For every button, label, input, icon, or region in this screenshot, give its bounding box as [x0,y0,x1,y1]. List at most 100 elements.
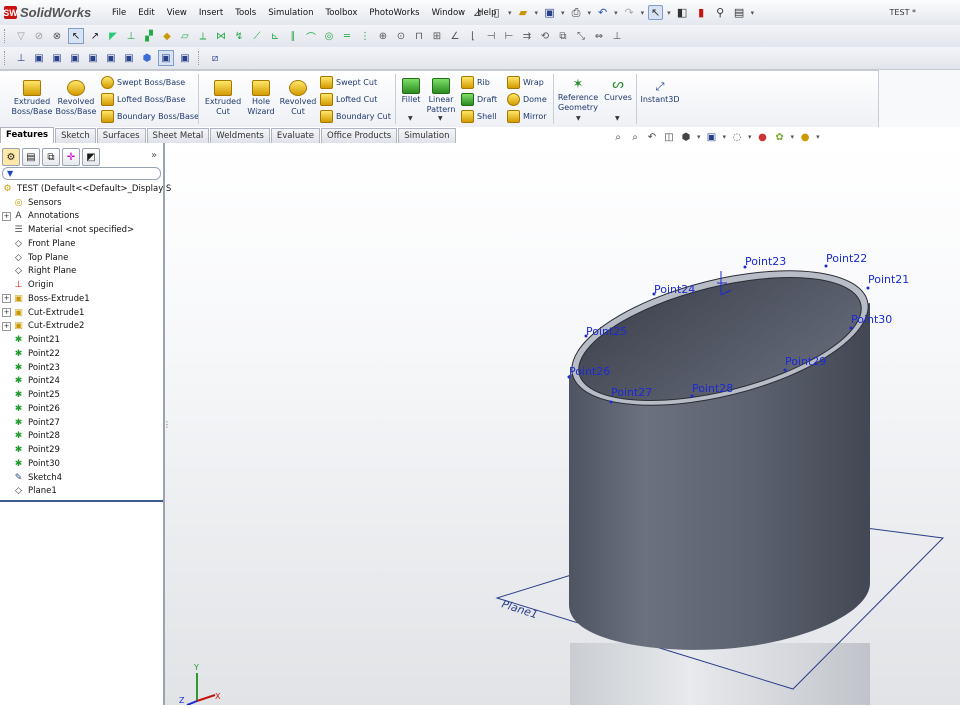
swept-boss-button[interactable]: Swept Boss/Base [101,76,185,89]
concentric-icon[interactable]: ◎ [322,29,336,43]
tree-filter[interactable]: ▼ [2,167,161,180]
pattern-dropdown-icon[interactable]: ▼ [438,115,443,122]
point21-label[interactable]: Point21 [868,273,909,286]
point24-label[interactable]: Point24 [654,283,695,296]
revolved-cut-button[interactable]: Revolved Cut [279,80,317,117]
apply-scene-icon[interactable]: ✿ [774,131,786,143]
display-style-icon[interactable]: ▣ [706,131,718,143]
print-icon[interactable]: ⎙ [569,5,584,20]
isometric-view-icon[interactable]: ⬢ [140,51,154,65]
filter-faces-icon[interactable]: ⊗ [50,29,64,43]
parallel-icon[interactable]: ∥ [286,29,300,43]
tree-item[interactable]: ✱ Point29 [2,444,60,457]
tab-weldments[interactable]: Weldments [210,128,270,143]
tree-item[interactable]: ✱ Point21 [2,334,60,347]
tree-item[interactable]: ◇ Plane1 [2,485,57,498]
equal-icon[interactable]: ═ [340,29,354,43]
lofted-boss-button[interactable]: Lofted Boss/Base [101,93,185,106]
point28-label[interactable]: Point28 [692,382,733,395]
feature-manager-tab-icon[interactable]: ⚙ [2,148,20,166]
file-properties-icon[interactable]: ⚲ [713,5,728,20]
perpendicular-icon[interactable]: ⊾ [268,29,282,43]
move-icon[interactable]: ⇉ [520,29,534,43]
display-relation-icon[interactable]: ▞ [142,29,156,43]
tab-simulation[interactable]: Simulation [398,128,456,143]
view-orientation-icon[interactable]: ⬢ [680,131,692,143]
extruded-boss-button[interactable]: Extruded Boss/Base [10,80,54,117]
menu-toolbox[interactable]: Toolbox [320,8,364,18]
zoom-to-fit-icon[interactable]: ⌕ [612,131,624,143]
expand-toggle-icon[interactable]: + [2,294,11,304]
point23-label[interactable]: Point23 [745,255,786,268]
anchor-icon[interactable]: ⊥ [610,29,624,43]
menu-photoworks[interactable]: PhotoWorks [363,8,425,18]
tree-item[interactable]: ✱ Point22 [2,347,60,360]
collinear-icon[interactable]: ⟋ [250,29,264,43]
menu-tools[interactable]: Tools [229,8,262,18]
expand-toggle-icon[interactable]: + [2,211,11,221]
tree-root[interactable]: ⚙ TEST (Default<<Default>_Display S [2,182,171,195]
previous-view-icon[interactable]: ↶ [646,131,658,143]
new-document-icon[interactable]: ▯ [489,5,504,20]
property-manager-tab-icon[interactable]: ▤ [22,148,40,166]
expand-toggle-icon[interactable]: + [2,321,11,331]
traffic-light-icon[interactable]: ▮ [694,5,709,20]
pin-icon[interactable]: ⊿ [470,5,485,20]
expand-panel-icon[interactable]: » [151,150,157,161]
tab-sketch[interactable]: Sketch [55,128,96,143]
mirror-button[interactable]: Mirror [507,110,547,123]
expand-toggle-icon[interactable]: + [2,308,11,317]
left-view-icon[interactable]: ▣ [68,51,82,65]
copy-icon[interactable]: ⧉ [556,29,570,43]
view-settings-icon[interactable]: ● [799,131,811,143]
select-arrow-icon[interactable]: ↖ [68,28,84,44]
shell-button[interactable]: Shell [461,110,497,123]
rebuild-icon[interactable]: ◧ [675,5,690,20]
lofted-cut-button[interactable]: Lofted Cut [320,93,377,106]
section-view-icon[interactable]: ◫ [663,131,675,143]
select-icon[interactable]: ↖ [648,5,664,20]
hide-show-items-icon[interactable]: ◌ [731,131,743,143]
front-view-icon[interactable]: ▣ [32,51,46,65]
save-icon[interactable]: ▣ [542,5,557,20]
rib-button[interactable]: Rib [461,76,490,89]
tree-item[interactable]: ✱ Point25 [2,389,60,402]
point30-label[interactable]: Point30 [851,313,892,326]
redo-icon[interactable]: ↷ [622,5,637,20]
dimxpert-manager-tab-icon[interactable]: ✛ [62,148,80,166]
panel-splitter-handle[interactable]: ⋮ [163,420,171,444]
reference-geometry-button[interactable]: ✶ Reference Geometry [557,78,599,113]
instant3d-button[interactable]: ⤢ Instant3D [639,80,681,105]
fillet-dropdown-icon[interactable]: ▼ [408,115,413,122]
tab-features[interactable]: Features [0,127,55,143]
revolved-boss-button[interactable]: Revolved Boss/Base [55,80,97,117]
vertical-icon[interactable]: ⟂ [196,29,210,43]
extruded-cut-button[interactable]: Extruded Cut [203,80,243,117]
chamfer-icon[interactable]: ⌊ [466,29,480,43]
tree-item[interactable]: ✱ Point30 [2,457,60,470]
midpoint-icon[interactable]: ↯ [232,29,246,43]
fillet-button[interactable]: Fillet [398,78,424,105]
tangent-icon[interactable]: ⌒ [304,29,318,44]
reference-triad-icon[interactable]: ⊥ [14,51,28,65]
fix-icon[interactable]: ◆ [160,29,174,43]
tree-item[interactable]: + ▣ Boss-Extrude1 [2,292,90,305]
tree-item[interactable]: ◇ Front Plane [2,237,75,250]
baseline-icon[interactable]: ⊣ [484,29,498,43]
filter-icon[interactable]: ▽ [14,29,28,43]
point22-label[interactable]: Point22 [826,252,867,265]
configuration-manager-tab-icon[interactable]: ⧉ [42,148,60,166]
display-manager-tab-icon[interactable]: ◩ [82,148,100,166]
tree-item[interactable]: ✱ Point24 [2,375,60,388]
menu-insert[interactable]: Insert [193,8,229,18]
tab-sheet-metal[interactable]: Sheet Metal [146,128,210,143]
right-view-icon[interactable]: ▣ [86,51,100,65]
symmetric-icon[interactable]: ⋮ [358,29,372,43]
point29-label[interactable]: Point29 [785,355,826,368]
relations-icon[interactable]: ⊥ [124,29,138,43]
linear-pattern-button[interactable]: Linear Pattern [424,78,458,115]
menu-window[interactable]: Window [426,8,472,18]
edit-appearance-icon[interactable]: ● [757,131,769,143]
tab-office-products[interactable]: Office Products [321,128,398,143]
tree-item[interactable]: ⊥ Origin [2,279,54,292]
